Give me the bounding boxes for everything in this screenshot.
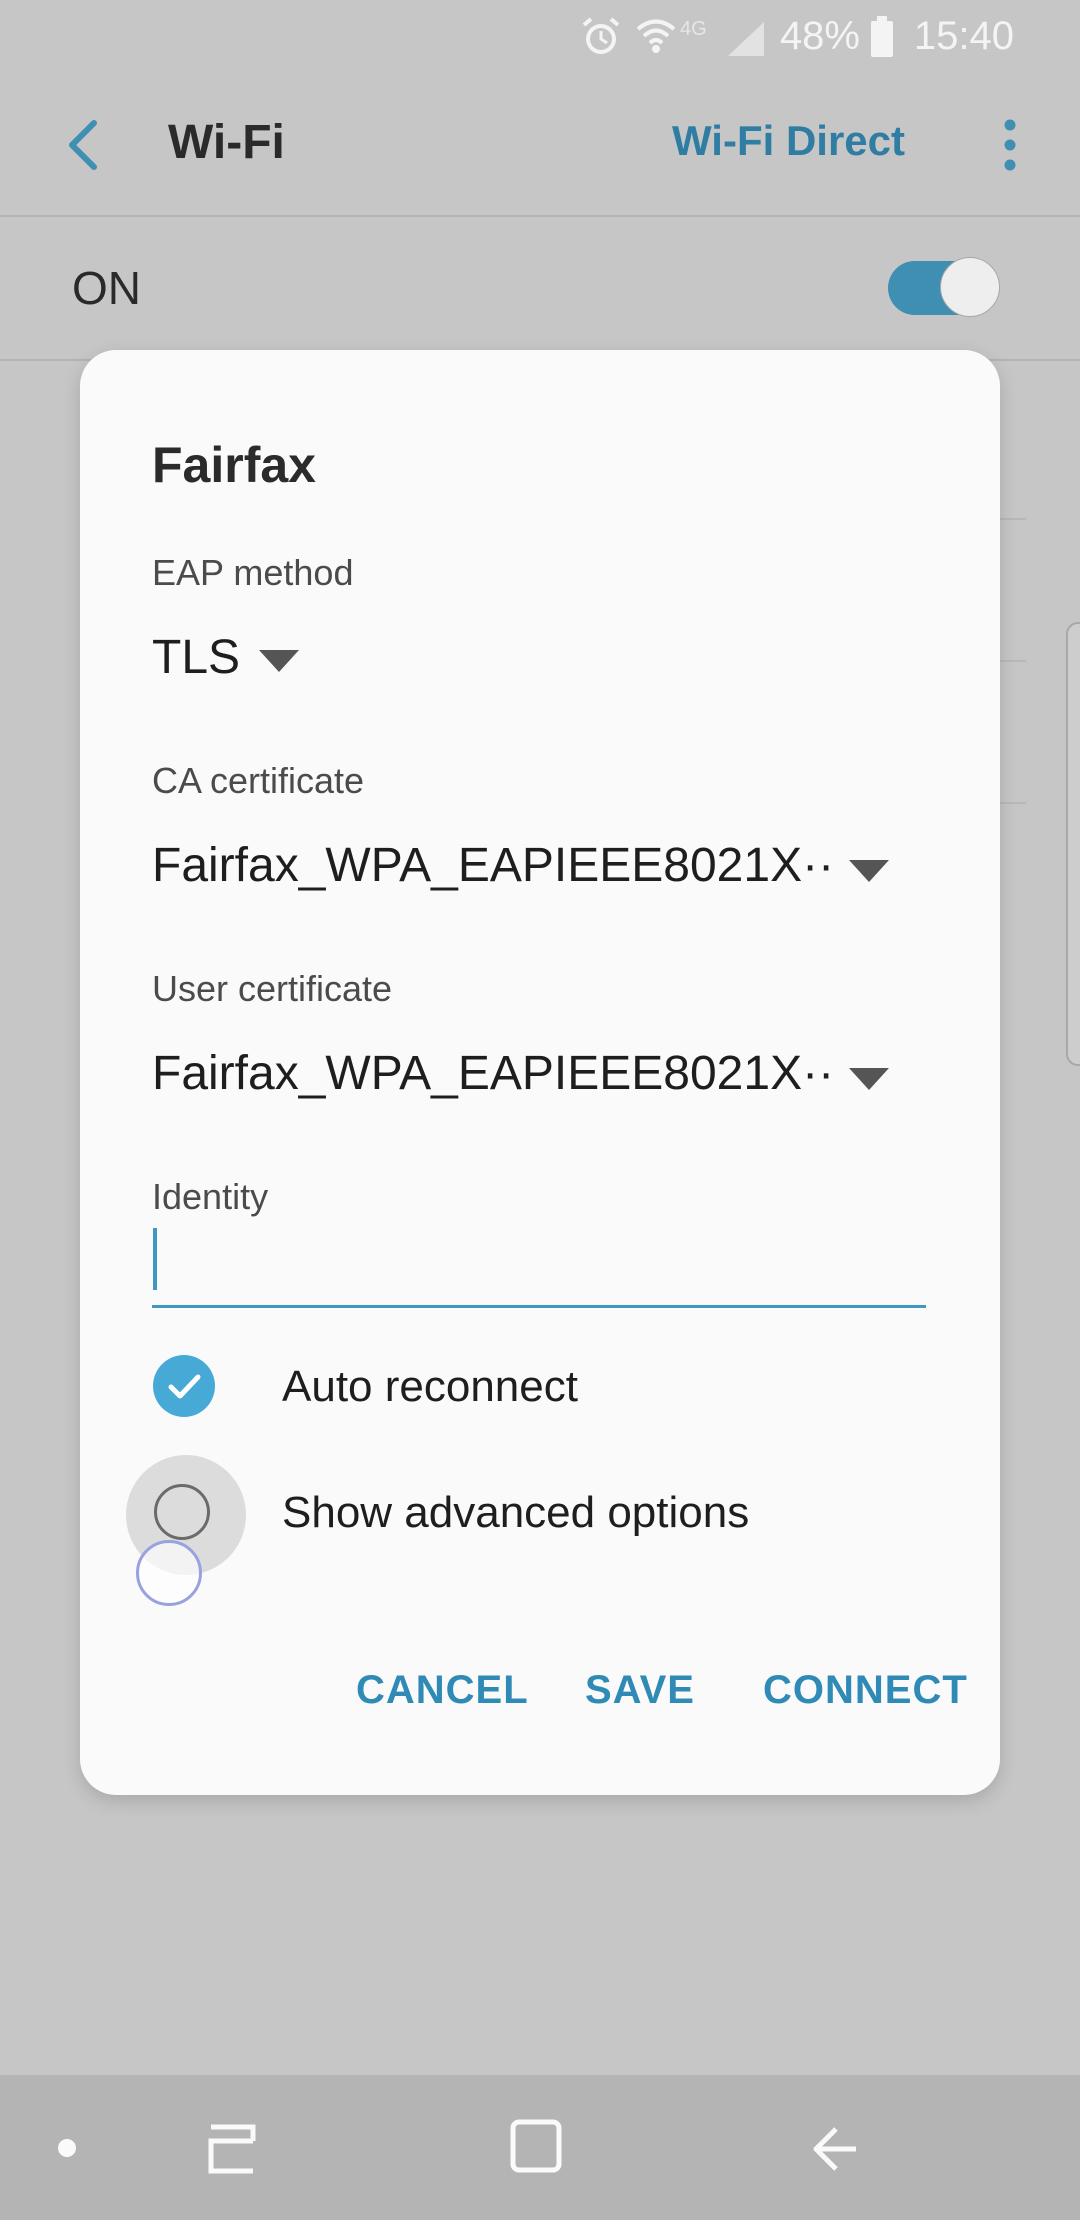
eap-method-label: EAP method — [152, 552, 354, 593]
network-type-label: 4G — [680, 18, 707, 40]
back-icon[interactable] — [808, 2119, 864, 2179]
wifi-icon — [636, 19, 676, 53]
battery-icon — [871, 16, 893, 57]
cancel-button[interactable]: CANCEL — [356, 1668, 529, 1713]
page-title: Wi-Fi — [168, 116, 285, 169]
checkmark-icon — [168, 1374, 201, 1399]
navigation-bar — [0, 2075, 1080, 2220]
ca-certificate-label: CA certificate — [152, 760, 365, 801]
status-bar: 4G 48% 15:40 — [0, 0, 1080, 75]
ca-certificate-dropdown[interactable]: Fairfax_WPA_EAPIEEE8021X·· — [152, 838, 932, 908]
user-certificate-dropdown[interactable]: Fairfax_WPA_EAPIEEE8021X·· — [152, 1046, 932, 1116]
user-certificate-value: Fairfax_WPA_EAPIEEE8021X·· — [152, 1047, 835, 1100]
dropdown-arrow-icon — [259, 650, 299, 672]
identity-label: Identity — [152, 1176, 269, 1217]
signal-icon — [728, 22, 764, 56]
touch-indicator — [136, 1540, 202, 1606]
wifi-direct-button[interactable]: Wi-Fi Direct — [672, 117, 905, 165]
fast-scroll-handle[interactable] — [1066, 622, 1080, 1066]
identity-underline — [152, 1305, 926, 1308]
recent-apps-icon[interactable] — [205, 2119, 261, 2179]
show-advanced-label: Show advanced options — [282, 1488, 750, 1537]
home-icon[interactable] — [508, 2117, 564, 2177]
save-button[interactable]: SAVE — [585, 1668, 695, 1713]
navbar-pin-dot[interactable] — [58, 2139, 76, 2157]
dropdown-arrow-icon — [849, 860, 889, 882]
back-arrow-icon[interactable] — [58, 115, 108, 175]
show-advanced-checkbox[interactable] — [154, 1484, 210, 1540]
eap-method-dropdown[interactable]: TLS — [152, 630, 392, 700]
eap-method-value: TLS — [152, 631, 241, 684]
ca-certificate-value: Fairfax_WPA_EAPIEEE8021X·· — [152, 839, 835, 892]
wifi-status-label: ON — [72, 262, 141, 314]
toggle-knob — [940, 257, 1000, 317]
wifi-master-switch-row[interactable]: ON — [0, 217, 1080, 361]
more-options-icon[interactable] — [1000, 115, 1020, 175]
text-cursor — [153, 1228, 157, 1290]
wifi-toggle[interactable] — [888, 257, 1000, 319]
connect-button[interactable]: CONNECT — [763, 1668, 968, 1713]
dropdown-arrow-icon — [849, 1068, 889, 1090]
network-config-dialog: Fairfax EAP method TLS CA certificate Fa… — [80, 350, 1000, 1795]
status-time: 15:40 — [913, 14, 1014, 58]
alarm-icon — [582, 17, 620, 54]
battery-percentage: 48% — [779, 14, 860, 58]
auto-reconnect-checkbox[interactable] — [153, 1355, 215, 1417]
user-certificate-label: User certificate — [152, 968, 393, 1009]
identity-input[interactable] — [152, 1220, 926, 1310]
app-bar: Wi-Fi Wi-Fi Direct — [0, 75, 1080, 217]
dialog-title: Fairfax — [152, 437, 316, 493]
auto-reconnect-label: Auto reconnect — [282, 1362, 578, 1411]
